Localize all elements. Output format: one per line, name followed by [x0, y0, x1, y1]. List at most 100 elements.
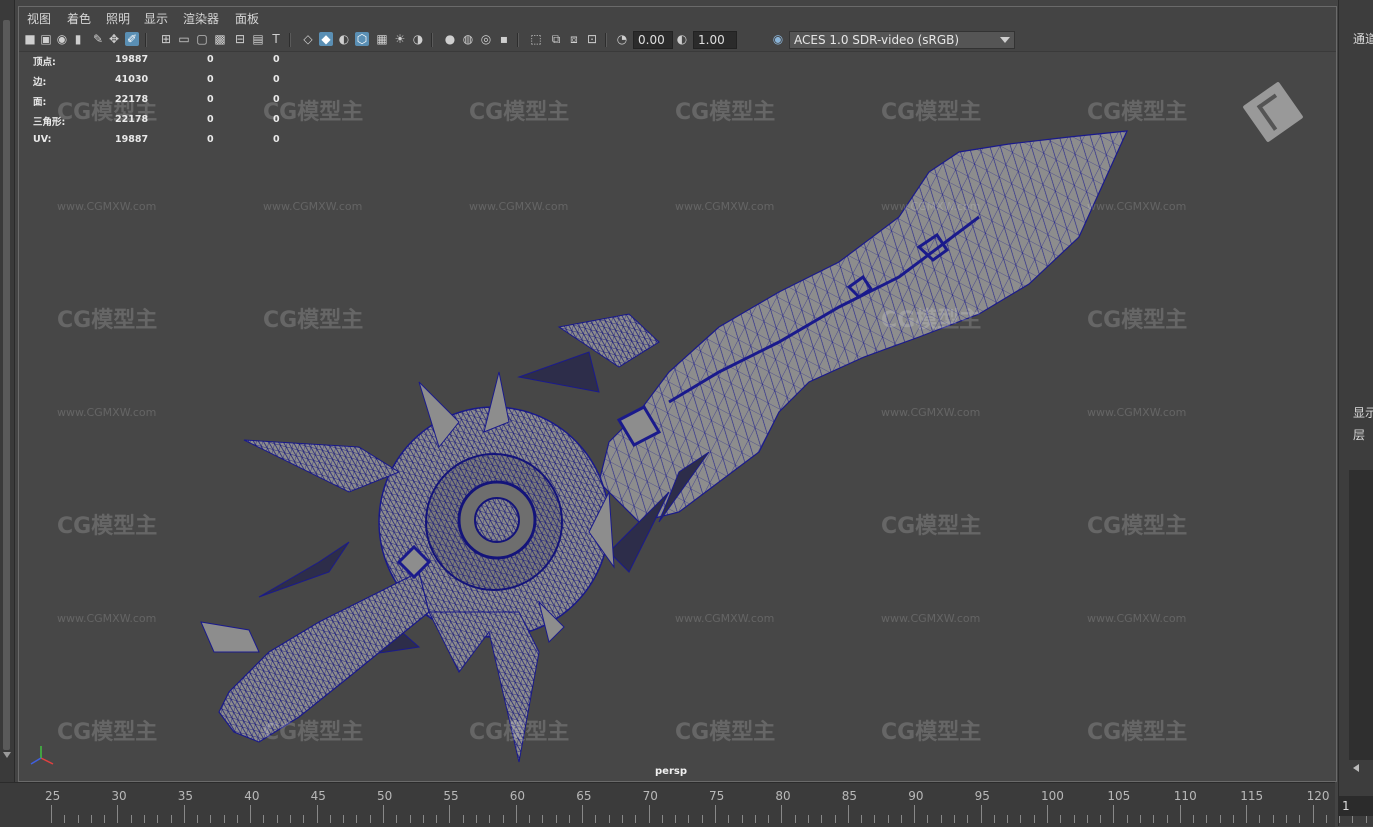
panel-menubar: 视图 着色 照明 显示 渲染器 面板: [19, 7, 1336, 29]
timeline-tick-label: 60: [509, 789, 526, 803]
exposure-field[interactable]: 0.00: [633, 31, 673, 49]
menu-shading[interactable]: 着色: [67, 10, 91, 27]
timeline-tick-label: 100: [1041, 789, 1064, 803]
left-scrollbar[interactable]: [0, 0, 15, 826]
field-chart-icon[interactable]: ⊟: [233, 32, 247, 46]
timeline-tick: [1352, 815, 1354, 823]
layer-tab[interactable]: 层: [1353, 426, 1365, 443]
menu-panels[interactable]: 面板: [235, 10, 259, 27]
menu-show[interactable]: 显示: [144, 10, 168, 27]
camera-attributes-icon[interactable]: ▣: [39, 32, 53, 46]
bookmark-icon[interactable]: ◉: [55, 32, 69, 46]
motion-blur-icon[interactable]: ◍: [461, 32, 475, 46]
exposure-icon[interactable]: ◔: [615, 32, 629, 46]
timeline-tick: [821, 815, 823, 823]
select-camera-icon[interactable]: ■: [23, 32, 37, 46]
timeline-tick-label: 75: [709, 789, 725, 803]
wireframe-on-shaded-icon[interactable]: ⬡: [355, 32, 369, 46]
isolate-select-icon[interactable]: ⬚: [529, 32, 543, 46]
pen-icon[interactable]: ✐: [125, 32, 139, 46]
timeline-tick: [449, 805, 451, 823]
grid-icon[interactable]: ⊞: [159, 32, 173, 46]
timeline-tick-label: 120: [1306, 789, 1330, 803]
lights-icon[interactable]: ☀: [393, 32, 407, 46]
depth-of-field-icon[interactable]: ▪: [497, 32, 511, 46]
safe-action-icon[interactable]: ▤: [251, 32, 265, 46]
screen-space-ao-icon[interactable]: ●: [443, 32, 457, 46]
menu-lighting[interactable]: 照明: [106, 10, 130, 27]
timeline-tick: [263, 815, 265, 823]
grease-pencil-icon[interactable]: ✎: [91, 32, 105, 46]
timeline-tick: [276, 815, 278, 823]
timeline-tick-label: 55: [443, 789, 459, 803]
timeline-tick: [143, 815, 145, 823]
timeline-tick: [648, 805, 650, 823]
safe-title-icon[interactable]: T: [269, 32, 283, 46]
timeline-tick-label: 45: [310, 789, 326, 803]
timeline-tick: [236, 815, 238, 823]
3d-viewport[interactable]: 顶点: 19887 0 0 边: 41030 0 0 面: 22178 0 0 …: [19, 52, 1336, 781]
timeline-tick: [130, 815, 132, 823]
timeline-tick: [1060, 815, 1062, 823]
timeline-tick: [1113, 805, 1115, 823]
gate-mask-icon[interactable]: ▩: [213, 32, 227, 46]
timeline-tick: [661, 815, 663, 823]
timeline-tick: [1325, 815, 1327, 823]
current-frame-field[interactable]: 1: [1338, 796, 1373, 816]
menu-renderer[interactable]: 渲染器: [183, 10, 219, 27]
timeline-tick: [1100, 815, 1102, 823]
timeline-tick-label: 85: [841, 789, 858, 803]
timeline-tick: [1020, 815, 1022, 823]
timeline-tick: [914, 805, 916, 823]
time-slider[interactable]: 25 30 35 40 45 50 55 60 65 70 75 80 85 90 95 100 105 110 1…: [0, 782, 1367, 827]
timeline-tick: [595, 815, 597, 823]
timeline-tick: [861, 815, 863, 823]
smooth-shade-icon[interactable]: ◆: [319, 32, 333, 46]
timeline-tick: [967, 815, 969, 823]
scroll-down-icon[interactable]: [3, 752, 11, 758]
color-management-icon[interactable]: ◉: [771, 32, 785, 46]
timeline-tick: [635, 815, 637, 823]
gamma-icon[interactable]: ◐: [675, 32, 689, 46]
display-tab[interactable]: 显示: [1353, 404, 1373, 421]
timeline-tick: [290, 815, 292, 823]
left-scroll-thumb[interactable]: [3, 20, 10, 750]
timeline-tick: [622, 815, 624, 823]
xray-joints-icon[interactable]: ⧈: [567, 32, 581, 46]
timeline-tick: [874, 815, 876, 823]
gamma-field[interactable]: 1.00: [693, 31, 737, 49]
layer-list[interactable]: [1349, 470, 1373, 760]
timeline-tick: [1246, 805, 1248, 823]
menu-view[interactable]: 视图: [27, 10, 51, 27]
timeline-tick: [608, 815, 610, 823]
timeline-tick: [1086, 815, 1088, 823]
timeline-tick-label: 35: [177, 789, 194, 803]
timeline-tick: [555, 815, 557, 823]
scroll-left-icon[interactable]: [1353, 764, 1359, 772]
timeline-tick: [807, 815, 809, 823]
xray-components-icon[interactable]: ⊡: [585, 32, 599, 46]
timeline-tick: [701, 815, 703, 823]
textured-icon[interactable]: ▦: [375, 32, 389, 46]
timeline-tick-label: 80: [775, 789, 791, 803]
shadows-icon[interactable]: ◑: [411, 32, 425, 46]
resolution-gate-icon[interactable]: ▢: [195, 32, 209, 46]
camera-label: persp: [655, 766, 687, 777]
timeline-tick: [847, 805, 849, 823]
wireframe-icon[interactable]: ◇: [301, 32, 315, 46]
film-gate-icon[interactable]: ▭: [177, 32, 191, 46]
color-space-dropdown[interactable]: ACES 1.0 SDR-video (sRGB): [789, 31, 1015, 49]
image-plane-icon[interactable]: ▮: [71, 32, 85, 46]
channel-box-panel: 通道 显示 层: [1338, 0, 1373, 826]
anti-aliasing-icon[interactable]: ◎: [479, 32, 493, 46]
timeline-tick: [210, 815, 212, 823]
timeline-tick: [250, 805, 252, 823]
timeline-tick: [768, 815, 770, 823]
channel-box-tab[interactable]: 通道: [1353, 30, 1373, 47]
default-material-icon[interactable]: ◐: [337, 32, 351, 46]
xray-icon[interactable]: ⧉: [549, 32, 563, 46]
timeline-tick: [303, 815, 305, 823]
timeline-tick-label: 25: [45, 789, 61, 803]
timeline-tick: [383, 805, 384, 823]
2d-pan-zoom-icon[interactable]: ✥: [107, 32, 121, 46]
